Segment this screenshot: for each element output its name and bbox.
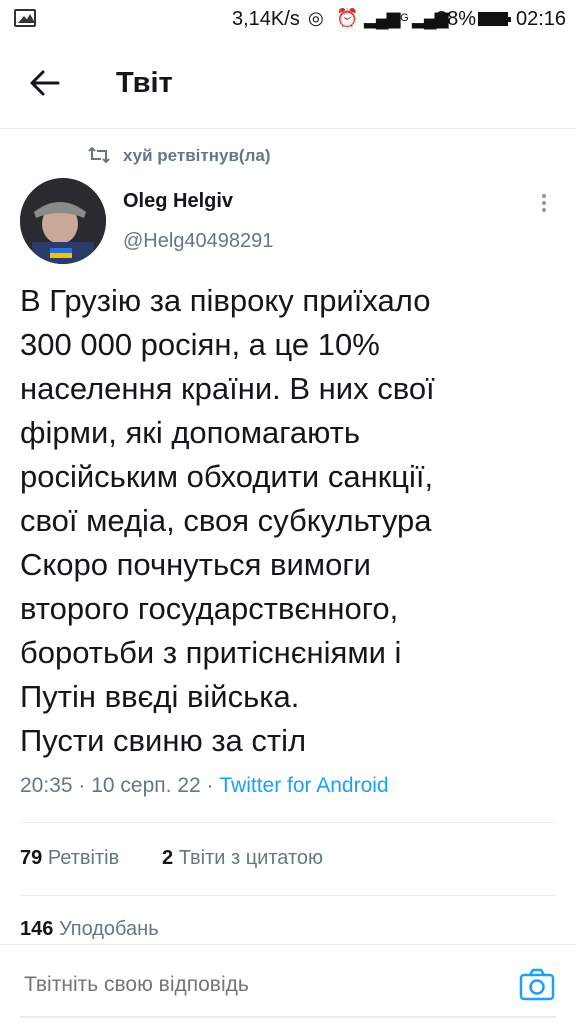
tweet-meta: 20:35 · 10 серп. 22 · Twitter for Androi… bbox=[20, 774, 389, 797]
tweet-time: 20:35 bbox=[20, 774, 73, 797]
tweet-line: второго государствєнного, bbox=[20, 591, 399, 626]
hotspot-icon: ◎ bbox=[308, 8, 324, 28]
tweet-line: російським обходити санкції, bbox=[20, 459, 434, 494]
retweets-count: 79 bbox=[20, 847, 43, 869]
retweeted-by-label[interactable]: хуй ретвітнув(ла) bbox=[123, 146, 270, 166]
tweet-line: населення країни. В них свої bbox=[20, 371, 435, 406]
status-bar: 3,14K/s ◎ ⏰ ▂▄▆ 4G ▂▄▆ 88% 02:16 bbox=[0, 0, 576, 40]
divider bbox=[20, 895, 556, 896]
battery-icon bbox=[478, 12, 511, 26]
header: Твіт bbox=[0, 40, 576, 129]
network-speed: 3,14K/s bbox=[232, 8, 300, 30]
battery-percent: 88% bbox=[436, 8, 477, 30]
quotes-stat[interactable]: 2 Твіти з цитатою bbox=[162, 847, 323, 870]
tweet-line: Пусти свиню за стіл bbox=[20, 723, 307, 758]
tweet-line: свої медіа, своя субкультура bbox=[20, 503, 432, 538]
bottom-divider bbox=[20, 1016, 556, 1018]
reply-bar bbox=[0, 944, 576, 1025]
author-name[interactable]: Oleg Helgiv bbox=[123, 190, 233, 213]
tweet-line: Скоро почнуться вимоги bbox=[20, 547, 371, 582]
clock: 02:16 bbox=[516, 8, 567, 30]
likes-label: Уподобань bbox=[58, 918, 159, 940]
likes-stat[interactable]: 146 Уподобань bbox=[20, 918, 159, 941]
tweet-line: 300 000 росіян, а це 10% bbox=[20, 327, 380, 362]
reply-input[interactable] bbox=[24, 973, 464, 997]
retweets-stat[interactable]: 79 Ретвітів bbox=[20, 847, 119, 870]
tweet-source-link[interactable]: Twitter for Android bbox=[219, 774, 388, 797]
quotes-label: Твіти з цитатою bbox=[178, 847, 324, 869]
more-options-icon[interactable] bbox=[532, 191, 556, 217]
tweet-text: В Грузію за півроку приїхало 300 000 рос… bbox=[20, 279, 565, 763]
author-handle[interactable]: @Helg40498291 bbox=[123, 230, 273, 253]
back-arrow-icon[interactable] bbox=[28, 66, 62, 100]
tweet-line: боротьби з притіснєніями і bbox=[20, 635, 402, 670]
tweet-line: В Грузію за півроку приїхало bbox=[20, 283, 431, 318]
likes-count: 146 bbox=[20, 918, 54, 940]
retweets-label: Ретвітів bbox=[47, 847, 120, 869]
gallery-notification-icon bbox=[14, 9, 36, 27]
tweet-date: 10 серп. 22 bbox=[91, 774, 201, 797]
network-type: 4G bbox=[394, 12, 409, 24]
camera-icon[interactable] bbox=[518, 967, 556, 1003]
avatar[interactable] bbox=[20, 178, 106, 264]
retweet-icon bbox=[88, 146, 110, 164]
alarm-icon: ⏰ bbox=[336, 8, 359, 28]
page-title: Твіт bbox=[116, 67, 173, 99]
tweet-line: Путін ввєді війська. bbox=[20, 679, 300, 714]
quotes-count: 2 bbox=[162, 847, 174, 869]
tweet-line: фірми, які допомагають bbox=[20, 415, 361, 450]
divider bbox=[20, 822, 556, 823]
